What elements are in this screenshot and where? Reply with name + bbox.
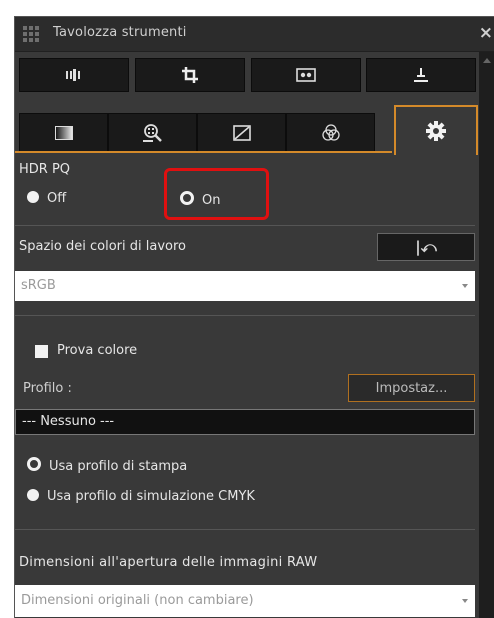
settings-button-label: Impostaz... (375, 380, 448, 396)
print-profile-radio[interactable]: Usa profilo di stampa (27, 457, 187, 474)
tool-palette-window: Tavolozza strumenti × HDR PQ Off On Spaz… (14, 16, 494, 618)
tone-curve-icon (232, 125, 251, 141)
divider (15, 315, 475, 316)
tab-detail[interactable] (108, 113, 197, 153)
hdr-off-radio[interactable]: Off (27, 191, 66, 206)
tab-tone[interactable] (19, 113, 108, 153)
radio-selected-icon (27, 457, 41, 471)
profile-value: --- Nessuno --- (22, 414, 115, 429)
workspace-reset-button[interactable]: |⤺ (377, 233, 475, 261)
reset-icon: |⤺ (415, 238, 437, 256)
raw-open-select[interactable]: Dimensioni originali (non cambiare) (15, 585, 475, 617)
divider (15, 529, 475, 530)
tab-settings[interactable] (394, 105, 478, 155)
color-adjust-icon (321, 124, 340, 141)
workspace-select[interactable]: sRGB (15, 271, 475, 301)
image-view-icon (296, 68, 316, 82)
workspace-label: Spazio dei colori di lavoro (19, 239, 186, 254)
title-bar[interactable]: Tavolozza strumenti × (15, 17, 494, 52)
highlight-box (164, 168, 269, 220)
radio-unselected-icon (27, 489, 39, 501)
grip-icon[interactable] (23, 26, 39, 42)
hdr-off-label: Off (47, 191, 67, 206)
chevron-down-icon (462, 284, 468, 288)
hdr-pq-label: HDR PQ (19, 162, 71, 177)
window-title: Tavolozza strumenti (53, 25, 187, 40)
gear-icon (426, 121, 446, 141)
scroll-up-icon[interactable] (483, 58, 491, 63)
tab-curve[interactable] (197, 113, 286, 153)
tool-button-histogram[interactable] (19, 58, 129, 92)
divider (15, 225, 475, 226)
close-icon[interactable]: × (479, 23, 493, 43)
radio-unselected-icon (27, 191, 39, 203)
cmyk-profile-label: Usa profilo di simulazione CMYK (47, 489, 255, 504)
toolbar-row-1 (19, 58, 476, 92)
tab-color[interactable] (286, 113, 375, 153)
soft-proof-checkbox[interactable] (35, 345, 48, 358)
profile-value-field: --- Nessuno --- (15, 409, 475, 435)
soft-proof-label: Prova colore (57, 343, 138, 358)
straighten-icon (414, 68, 428, 82)
tool-button-image-view[interactable] (251, 58, 361, 92)
crop-icon (182, 67, 198, 83)
tone-gradient-icon (54, 126, 73, 140)
workspace-select-value: sRGB (21, 278, 56, 293)
chevron-down-icon (462, 599, 468, 603)
noise-reduction-icon (142, 124, 162, 142)
tool-button-straighten[interactable] (366, 58, 476, 92)
histogram-icon (66, 69, 80, 81)
raw-open-label: Dimensioni all'apertura delle immagini R… (19, 555, 318, 570)
tab-underline (15, 151, 392, 153)
settings-button[interactable]: Impostaz... (348, 374, 475, 402)
toolbar-row-2 (19, 105, 478, 155)
cmyk-profile-radio[interactable]: Usa profilo di simulazione CMYK (27, 489, 255, 504)
vertical-scrollbar[interactable] (479, 52, 494, 618)
tool-button-crop[interactable] (135, 58, 245, 92)
profile-label: Profilo : (23, 381, 72, 396)
print-profile-label: Usa profilo di stampa (49, 459, 188, 474)
raw-open-select-value: Dimensioni originali (non cambiare) (21, 593, 254, 608)
